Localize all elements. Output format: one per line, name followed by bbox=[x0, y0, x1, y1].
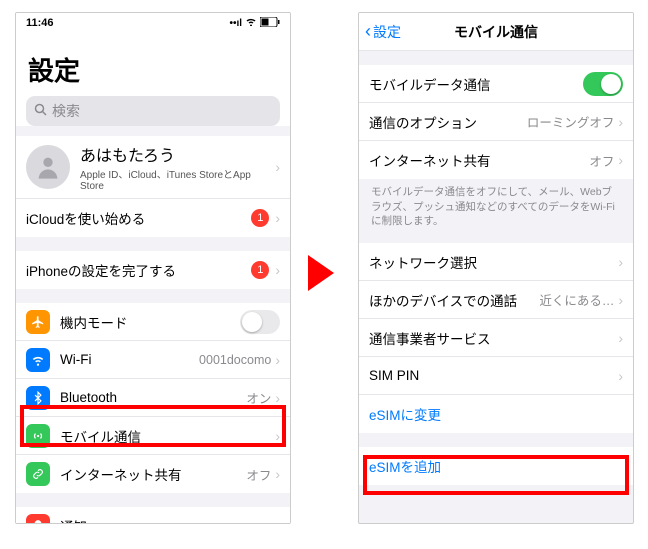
other-device-calls-row[interactable]: ほかのデバイスでの通話 近くにある… › bbox=[359, 281, 633, 319]
bell-icon bbox=[26, 514, 50, 524]
badge: 1 bbox=[251, 261, 269, 279]
chevron-right-icon: › bbox=[618, 152, 623, 168]
mobile-data-row[interactable]: モバイルデータ通信 bbox=[359, 65, 633, 103]
footnote: モバイルデータ通信をオフにして、メール、Webブラウズ、プッシュ通知などのすべて… bbox=[359, 179, 633, 233]
search-input[interactable]: 検索 bbox=[26, 96, 280, 126]
search-icon bbox=[34, 103, 47, 119]
chevron-left-icon: ‹ bbox=[365, 21, 371, 42]
arrow-right-icon bbox=[308, 255, 334, 291]
chevron-right-icon: › bbox=[618, 368, 623, 384]
avatar bbox=[26, 145, 70, 189]
cellular-screen: ‹ 設定 モバイル通信 モバイルデータ通信 通信のオプション ローミングオフ ›… bbox=[358, 12, 634, 524]
chevron-right-icon: › bbox=[275, 210, 280, 226]
chevron-right-icon: › bbox=[275, 390, 280, 406]
carrier-services-row[interactable]: 通信事業者サービス › bbox=[359, 319, 633, 357]
status-bar: 11:46 ••ıl bbox=[16, 13, 290, 33]
cellular-row[interactable]: モバイル通信 › bbox=[16, 417, 290, 455]
profile-name: あはもたろう bbox=[80, 142, 275, 166]
hotspot-row[interactable]: インターネット共有 オフ › bbox=[16, 455, 290, 493]
cellular-signal-icon: ••ıl bbox=[229, 18, 242, 29]
finish-setup-row[interactable]: iPhoneの設定を完了する 1 › bbox=[16, 251, 290, 289]
airplane-icon bbox=[26, 310, 50, 334]
apple-id-row[interactable]: あはもたろう Apple ID、iCloud、iTunes StoreとApp … bbox=[16, 136, 290, 199]
wifi-row[interactable]: Wi-Fi 0001docomo › bbox=[16, 341, 290, 379]
chevron-right-icon: › bbox=[275, 159, 280, 175]
convert-esim-row[interactable]: eSIMに変更 bbox=[359, 395, 633, 433]
chevron-right-icon: › bbox=[618, 330, 623, 346]
profile-sub: Apple ID、iCloud、iTunes StoreとApp Store bbox=[80, 166, 275, 192]
chevron-right-icon: › bbox=[275, 518, 280, 524]
wifi-icon bbox=[26, 348, 50, 372]
mobile-data-toggle[interactable] bbox=[583, 72, 623, 96]
hotspot-row[interactable]: インターネット共有 オフ › bbox=[359, 141, 633, 179]
badge: 1 bbox=[251, 209, 269, 227]
status-indicators: ••ıl bbox=[229, 17, 280, 30]
battery-icon bbox=[260, 17, 280, 30]
chevron-right-icon: › bbox=[275, 466, 280, 482]
page-title: 設定 bbox=[16, 33, 290, 96]
options-row[interactable]: 通信のオプション ローミングオフ › bbox=[359, 103, 633, 141]
status-time: 11:46 bbox=[26, 17, 54, 29]
network-select-row[interactable]: ネットワーク選択 › bbox=[359, 243, 633, 281]
back-button[interactable]: ‹ 設定 bbox=[365, 21, 401, 42]
link-icon bbox=[26, 462, 50, 486]
antenna-icon bbox=[26, 424, 50, 448]
settings-screen: 11:46 ••ıl 設定 検索 あはもたろう Apple bbox=[15, 12, 291, 524]
airplane-toggle[interactable] bbox=[240, 310, 280, 334]
search-placeholder: 検索 bbox=[52, 101, 80, 121]
navbar: ‹ 設定 モバイル通信 bbox=[359, 13, 633, 51]
chevron-right-icon: › bbox=[618, 292, 623, 308]
chevron-right-icon: › bbox=[275, 262, 280, 278]
airplane-mode-row[interactable]: 機内モード bbox=[16, 303, 290, 341]
chevron-right-icon: › bbox=[618, 114, 623, 130]
wifi-icon bbox=[245, 17, 257, 29]
chevron-right-icon: › bbox=[275, 428, 280, 444]
icloud-start-row[interactable]: iCloudを使い始める 1 › bbox=[16, 199, 290, 237]
add-esim-row[interactable]: eSIMを追加 bbox=[359, 447, 633, 485]
sim-pin-row[interactable]: SIM PIN › bbox=[359, 357, 633, 395]
nav-title: モバイル通信 bbox=[454, 22, 538, 42]
bluetooth-icon bbox=[26, 386, 50, 410]
chevron-right-icon: › bbox=[618, 254, 623, 270]
bluetooth-row[interactable]: Bluetooth オン › bbox=[16, 379, 290, 417]
chevron-right-icon: › bbox=[275, 352, 280, 368]
notifications-row[interactable]: 通知 › bbox=[16, 507, 290, 524]
